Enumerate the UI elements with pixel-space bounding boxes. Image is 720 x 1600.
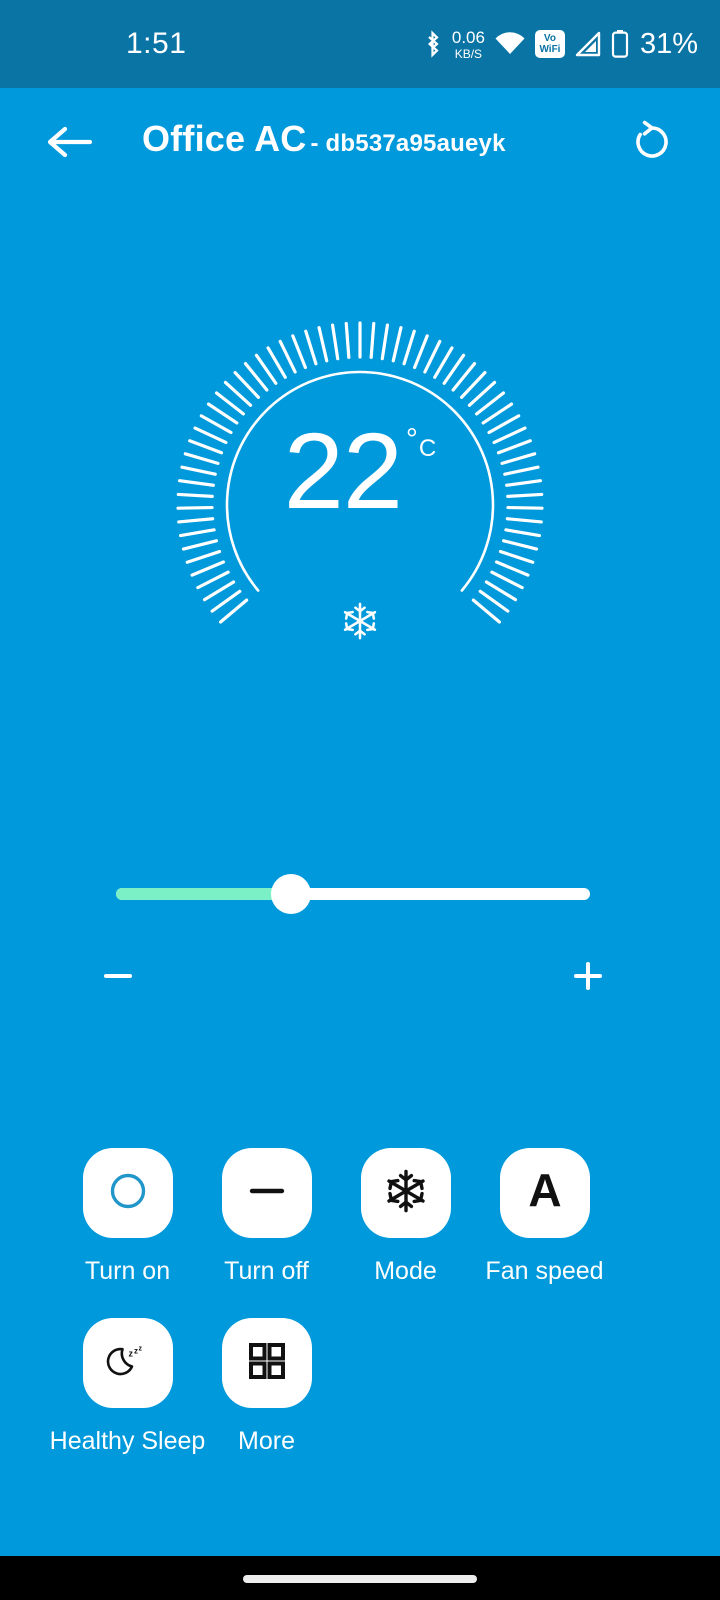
- cellular-signal-icon: [574, 30, 602, 58]
- more-label: More: [238, 1427, 295, 1455]
- turn-off-icon-tile: [221, 1148, 312, 1238]
- power-on-icon: [104, 1167, 152, 1220]
- network-rate-unit: KB/S: [454, 46, 483, 61]
- fan-speed-button[interactable]: A Fan speed: [475, 1148, 614, 1286]
- more-button[interactable]: More: [197, 1318, 336, 1456]
- increase-temperature-button[interactable]: [566, 956, 610, 1000]
- turn-off-label: Turn off: [224, 1257, 309, 1285]
- decrease-temperature-button[interactable]: [96, 956, 140, 1000]
- app-screen: 1:51 0.06 KB/S Vo WiFi 31% Office AC - d…: [0, 0, 720, 1600]
- vowifi-line-1: Vo: [543, 32, 556, 44]
- status-bar: 1:51 0.06 KB/S Vo WiFi 31%: [0, 0, 720, 88]
- temperature-dial[interactable]: 22 ° C: [150, 300, 570, 680]
- temperature-slider[interactable]: [116, 874, 590, 914]
- auto-fan-a-icon: A: [518, 1164, 572, 1223]
- turn-on-icon-tile: [82, 1148, 173, 1238]
- grid-squares-icon: [244, 1338, 290, 1389]
- dial-tick-marks: [176, 321, 544, 624]
- device-name: Office AC: [142, 118, 307, 159]
- fan-speed-icon-tile: A: [499, 1148, 590, 1238]
- turn-on-button[interactable]: Turn on: [58, 1148, 197, 1286]
- plus-icon: [571, 959, 605, 998]
- snowflake-icon: [382, 1167, 430, 1220]
- temperature-slider-section: [0, 862, 720, 1012]
- dial-inner-arc: [225, 370, 495, 592]
- status-bar-clock: 1:51: [126, 27, 187, 60]
- vowifi-icon: Vo WiFi: [534, 30, 565, 58]
- healthy-sleep-button[interactable]: z z z Healthy Sleep: [50, 1318, 205, 1456]
- home-gesture-pill[interactable]: [243, 1575, 477, 1583]
- battery-icon: [611, 29, 629, 59]
- battery-percentage: 31%: [639, 27, 698, 60]
- refresh-icon: [631, 120, 673, 169]
- system-navigation-bar: [0, 1556, 720, 1600]
- slider-thumb[interactable]: [271, 874, 312, 914]
- network-rate-value: 0.06: [451, 27, 485, 47]
- action-row-secondary: z z z Healthy Sleep More: [50, 1318, 662, 1456]
- turn-off-button[interactable]: Turn off: [197, 1148, 336, 1286]
- page-title: Office AC - db537a95aueyk: [142, 118, 506, 170]
- fan-speed-label: Fan speed: [485, 1257, 604, 1285]
- network-rate-indicator: 0.06 KB/S: [452, 29, 485, 60]
- svg-text:z: z: [134, 1346, 138, 1355]
- back-arrow-icon: [46, 125, 94, 164]
- action-button-grid: Turn on Turn off Mode A Fan speed z z z …: [50, 1148, 662, 1456]
- bluetooth-icon: [423, 29, 443, 59]
- snowflake-icon: [339, 602, 381, 646]
- moon-zzz-icon: z z z: [103, 1336, 153, 1391]
- wifi-icon: [494, 30, 526, 58]
- mode-icon-tile: [360, 1148, 451, 1238]
- svg-text:z: z: [128, 1348, 133, 1358]
- back-button[interactable]: [40, 118, 100, 170]
- healthy-sleep-label: Healthy Sleep: [49, 1427, 206, 1455]
- power-off-icon: [243, 1167, 291, 1220]
- slider-filled-track: [116, 888, 292, 900]
- svg-text:z: z: [138, 1345, 142, 1352]
- current-mode-indicator: [150, 600, 570, 647]
- refresh-button[interactable]: [624, 116, 680, 172]
- healthy-sleep-icon-tile: z z z: [82, 1318, 173, 1408]
- app-bar: Office AC - db537a95aueyk: [0, 88, 720, 198]
- status-bar-icons: 0.06 KB/S Vo WiFi 31%: [423, 24, 698, 64]
- mode-label: Mode: [374, 1257, 437, 1285]
- svg-text:A: A: [528, 1164, 561, 1216]
- vowifi-line-2: WiFi: [539, 43, 561, 55]
- action-row-primary: Turn on Turn off Mode A Fan speed: [58, 1148, 662, 1286]
- minus-icon: [101, 959, 135, 998]
- mode-button[interactable]: Mode: [336, 1148, 475, 1286]
- device-id: - db537a95aueyk: [310, 130, 506, 157]
- turn-on-label: Turn on: [84, 1257, 171, 1285]
- more-icon-tile: [221, 1318, 312, 1408]
